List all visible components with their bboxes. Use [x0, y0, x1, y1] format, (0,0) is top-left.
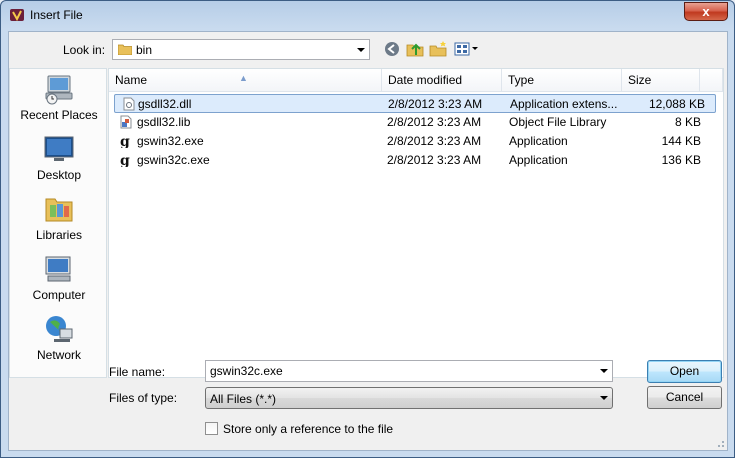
column-header-name[interactable]: ▲ Name [109, 69, 382, 92]
file-list[interactable]: ▲ Name Date modified Type Size gsdll32.d… [108, 68, 724, 378]
file-date: 2/8/2012 3:23 AM [388, 97, 483, 111]
store-reference-label: Store only a reference to the file [223, 422, 394, 436]
file-size: 144 KB [661, 134, 701, 148]
chevron-down-icon[interactable] [357, 48, 365, 52]
sort-ascending-icon: ▲ [239, 73, 248, 83]
file-row[interactable]: gsdll32.dll 2/8/2012 3:23 AM Application… [114, 94, 716, 113]
file-type: Object File Library [509, 115, 607, 129]
column-header-size[interactable]: Size [622, 69, 700, 92]
file-date: 2/8/2012 3:23 AM [387, 115, 482, 129]
look-in-dropdown[interactable]: bin [112, 39, 370, 60]
file-name: gswin32c.exe [137, 153, 210, 167]
open-button[interactable]: Open [647, 360, 722, 383]
lib-file-icon [120, 115, 132, 129]
column-header-date-modified[interactable]: Date modified [382, 69, 502, 92]
cancel-button[interactable]: Cancel [647, 386, 722, 409]
svg-text:g: g [120, 134, 130, 148]
file-name: gsdll32.lib [137, 115, 191, 129]
place-label: Desktop [36, 168, 82, 182]
file-date: 2/8/2012 3:23 AM [387, 134, 482, 148]
file-type: Application extens... [510, 97, 618, 111]
resize-grip-icon[interactable] [715, 438, 725, 448]
close-icon: x [702, 4, 710, 19]
file-row[interactable]: g gswin32.exe 2/8/2012 3:23 AM Applicati… [109, 132, 723, 151]
place-recent-places[interactable]: Recent Places [10, 71, 108, 129]
place-computer[interactable]: Computer [10, 251, 108, 309]
title-bar[interactable]: Insert File x [1, 1, 734, 31]
place-label: Computer [32, 288, 86, 302]
chevron-down-icon[interactable] [600, 369, 608, 373]
ghostscript-exe-icon: g [120, 134, 130, 148]
look-in-label: Look in: [63, 43, 106, 57]
close-button[interactable]: x [684, 2, 728, 21]
file-name-label: File name: [109, 365, 166, 379]
dialog-body: Look in: bin Recent Places Desktop Libra… [8, 31, 728, 451]
files-of-type-dropdown[interactable]: All Files (*.*) [205, 387, 613, 409]
desktop-icon [44, 136, 74, 161]
place-label: Network [36, 348, 81, 362]
files-of-type-value: All Files (*.*) [210, 392, 277, 406]
file-row[interactable]: g gswin32c.exe 2/8/2012 3:23 AM Applicat… [109, 151, 723, 170]
column-header-label: Type [508, 73, 535, 87]
computer-icon [45, 256, 71, 282]
file-size: 12,088 KB [648, 97, 705, 111]
column-header-label: Date modified [388, 73, 463, 87]
column-header-filler [700, 69, 723, 92]
file-size: 136 KB [661, 153, 701, 167]
files-of-type-label: Files of type: [109, 391, 178, 405]
store-reference-checkbox[interactable] [205, 422, 218, 435]
file-date: 2/8/2012 3:23 AM [387, 153, 482, 167]
place-label: Recent Places [20, 108, 98, 122]
file-size: 8 KB [674, 115, 701, 129]
view-menu-icon[interactable] [453, 40, 479, 58]
app-icon [10, 9, 24, 22]
place-desktop[interactable]: Desktop [10, 131, 108, 189]
dll-file-icon [123, 97, 135, 111]
file-name-input[interactable] [206, 361, 596, 381]
file-row[interactable]: gsdll32.lib 2/8/2012 3:23 AM Object File… [109, 113, 723, 132]
libraries-icon [45, 198, 73, 222]
place-label: Libraries [35, 228, 83, 242]
file-name: gsdll32.dll [138, 97, 192, 111]
svg-text:g: g [120, 153, 130, 167]
window-title: Insert File [30, 8, 83, 22]
file-type: Application [509, 153, 568, 167]
up-folder-icon[interactable] [405, 40, 425, 58]
look-in-value: bin [136, 43, 153, 57]
column-header-label: Name [115, 73, 148, 87]
place-network[interactable]: Network [10, 311, 108, 369]
back-icon[interactable] [382, 40, 402, 58]
insert-file-dialog: Insert File x Look in: bin Recent Places… [0, 0, 735, 458]
places-bar: Recent Places Desktop Libraries Computer… [9, 68, 107, 378]
column-header-type[interactable]: Type [502, 69, 622, 92]
recent-places-icon [45, 75, 73, 105]
ghostscript-exe-icon: g [120, 153, 130, 167]
file-name: gswin32.exe [137, 134, 204, 148]
file-type: Application [509, 134, 568, 148]
new-folder-icon[interactable] [428, 40, 448, 58]
file-name-field[interactable] [205, 360, 613, 382]
place-libraries[interactable]: Libraries [10, 191, 108, 249]
chevron-down-icon[interactable] [600, 396, 608, 400]
column-header-label: Size [628, 73, 652, 87]
folder-icon [118, 44, 132, 55]
network-icon [46, 316, 73, 342]
